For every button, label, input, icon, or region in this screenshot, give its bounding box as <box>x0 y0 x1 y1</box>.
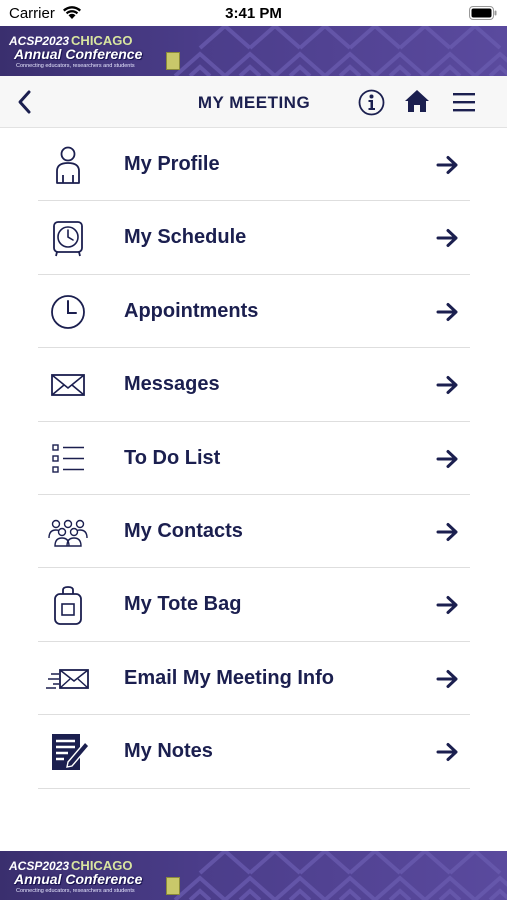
menu-item-email-my-meeting-info[interactable]: Email My Meeting Info <box>38 642 470 716</box>
menu-item-messages[interactable]: Messages <box>38 348 470 422</box>
menu-item-appointments[interactable]: Appointments <box>38 275 470 349</box>
menu-label-appointments: Appointments <box>124 299 259 322</box>
arrow-right-icon <box>436 156 458 174</box>
home-icon[interactable] <box>403 88 431 114</box>
menu-label-my-notes: My Notes <box>124 740 213 763</box>
tote-bag-icon <box>54 586 82 626</box>
status-bar: Carrier 3:41 PM <box>0 0 507 26</box>
menu-item-my-tote-bag[interactable]: My Tote Bag <box>38 568 470 642</box>
arrow-right-icon <box>436 522 458 541</box>
menu-item-my-profile[interactable]: My Profile <box>38 128 470 202</box>
clock-icon <box>51 294 85 329</box>
info-icon[interactable] <box>358 89 385 116</box>
group-icon <box>48 519 88 547</box>
banner-title: Annual Conference <box>14 871 143 887</box>
menu-label-messages: Messages <box>124 373 220 396</box>
arrow-right-icon <box>436 669 458 688</box>
menu-label-my-profile: My Profile <box>124 153 220 175</box>
arrow-right-icon <box>436 302 458 321</box>
conference-logo: ACSP2023 CHICAGO Annual Conference Connec… <box>6 855 184 897</box>
menu-item-my-notes[interactable]: My Notes <box>38 715 470 789</box>
hamburger-menu-icon[interactable] <box>451 90 477 114</box>
back-icon[interactable] <box>14 88 36 116</box>
arrow-right-icon <box>436 449 458 468</box>
banner-tagline: Connecting educators, researchers and st… <box>16 63 135 69</box>
person-icon <box>56 146 80 184</box>
arrow-right-icon <box>436 229 458 248</box>
banner-badge-icon <box>166 877 180 895</box>
notes-icon <box>52 734 90 771</box>
menu-item-my-contacts[interactable]: My Contacts <box>38 495 470 569</box>
arrow-right-icon <box>436 743 458 762</box>
banner-badge-icon <box>166 52 180 70</box>
envelope-icon <box>51 374 85 397</box>
alarm-clock-icon <box>53 221 83 257</box>
menu-label-my-tote-bag: My Tote Bag <box>124 593 242 616</box>
banner-tagline: Connecting educators, researchers and st… <box>16 888 135 894</box>
conference-logo: ACSP2023 CHICAGO Annual Conference Connec… <box>6 30 184 72</box>
checklist-icon <box>52 443 84 473</box>
conference-banner-top: ACSP2023 CHICAGO Annual Conference Connec… <box>0 26 507 76</box>
banner-title: Annual Conference <box>14 46 143 62</box>
page-title: MY MEETING <box>197 93 311 112</box>
menu-label-to-do-list: To Do List <box>124 446 221 469</box>
battery-icon <box>469 6 497 20</box>
arrow-right-icon <box>436 376 458 395</box>
menu-item-my-schedule[interactable]: My Schedule <box>38 201 470 275</box>
status-time: 3:41 PM <box>225 5 282 22</box>
menu-item-to-do-list[interactable]: To Do List <box>38 422 470 495</box>
send-email-icon <box>46 668 89 689</box>
arrow-right-icon <box>436 596 458 615</box>
menu-label-my-contacts: My Contacts <box>124 519 243 542</box>
conference-banner-bottom: ACSP2023 CHICAGO Annual Conference Connec… <box>0 851 507 900</box>
menu-list: My Profile My Schedule Appointments Mess… <box>38 128 470 789</box>
menu-label-my-schedule: My Schedule <box>124 226 247 249</box>
menu-label-email-my-meeting-info: Email My Meeting Info <box>124 666 335 689</box>
navigation-bar: MY MEETING <box>0 76 507 128</box>
